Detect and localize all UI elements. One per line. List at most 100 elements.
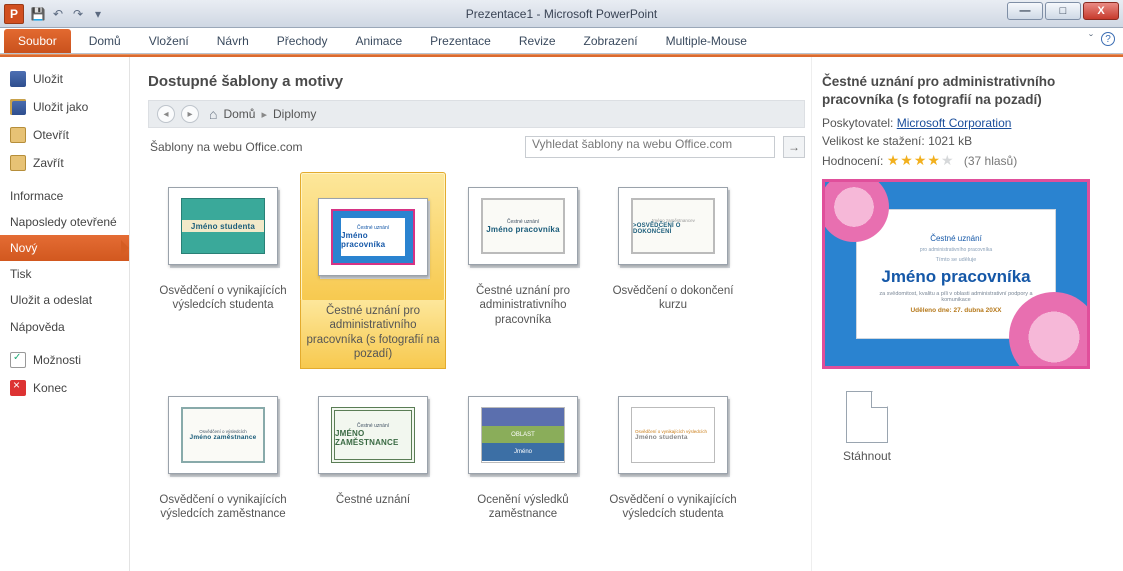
nav-recent[interactable]: Naposledy otevřené — [0, 209, 129, 235]
qat-redo-icon[interactable]: ↷ — [70, 6, 86, 22]
template-caption: Čestné uznání pro administrativního prac… — [450, 280, 596, 329]
nav-close-doc[interactable]: Zavřít — [0, 149, 129, 177]
nav-info-label: Informace — [10, 189, 63, 203]
save-icon — [10, 71, 26, 87]
thumb-text: Jméno studenta — [191, 222, 255, 231]
preview-subtitle: Čestné uznání — [930, 234, 982, 243]
preview-date: Uděleno dne: 27. dubna 20XX — [910, 307, 1001, 314]
thumb-text: Jméno — [482, 443, 564, 461]
ribbon-tab-multiple-mouse[interactable]: Multiple-Mouse — [652, 29, 761, 53]
thumb-text: JMÉNO ZAMĚSTNANCE — [335, 429, 411, 447]
template-caption: Ocenění výsledků zaměstnance — [450, 489, 596, 533]
ribbon-tab-view[interactable]: Zobrazení — [570, 29, 652, 53]
rating-votes: (37 hlasů) — [964, 154, 1017, 168]
template-caption: Osvědčení o vynikajících výsledcích zamě… — [150, 489, 296, 533]
nav-new-label: Nový — [10, 241, 37, 255]
nav-exit-label: Konec — [33, 381, 67, 395]
help-icon[interactable]: ? — [1101, 32, 1115, 46]
nav-print[interactable]: Tisk — [0, 261, 129, 287]
nav-forward-button[interactable]: ▸ — [181, 105, 199, 123]
nav-new[interactable]: Nový — [0, 235, 129, 261]
open-icon — [10, 127, 26, 143]
nav-save-as[interactable]: Uložit jako — [0, 93, 129, 121]
template-tile[interactable]: Jméno studenta Osvědčení o vynikajících … — [148, 164, 298, 373]
qat-save-icon[interactable]: 💾 — [30, 6, 46, 22]
download-label: Stáhnout — [822, 449, 912, 463]
template-search-input[interactable]: Vyhledat šablony na webu Office.com — [525, 136, 775, 158]
template-grid: Jméno studenta Osvědčení o vynikajících … — [148, 164, 805, 537]
breadcrumb-bar: ◂ ▸ ⌂ Domů ▸ Diplomy — [148, 100, 805, 128]
nav-saveas-label: Uložit jako — [33, 100, 88, 114]
ribbon-tab-transitions[interactable]: Přechody — [263, 29, 342, 53]
search-go-button[interactable]: → — [783, 136, 805, 158]
ribbon-tab-file[interactable]: Soubor — [4, 29, 71, 53]
template-source-label: Šablony na webu Office.com — [148, 136, 305, 158]
provider-label: Poskytovatel: — [822, 116, 893, 130]
nav-exit[interactable]: Konec — [0, 374, 129, 402]
window-minimize-button[interactable]: — — [1007, 2, 1043, 20]
thumb-text: Jméno zaměstnance — [190, 434, 257, 441]
crumb-separator-icon: ▸ — [261, 108, 267, 121]
nav-open[interactable]: Otevřít — [0, 121, 129, 149]
template-tile[interactable]: Čestné uznáníJméno pracovníka Čestné uzn… — [448, 164, 598, 373]
ribbon-minimize-icon[interactable]: ˇ — [1089, 32, 1093, 46]
crumb-home[interactable]: Domů — [223, 107, 255, 121]
template-caption: Osvědčení o vynikajících výsledcích stud… — [150, 280, 296, 324]
nav-recent-label: Naposledy otevřené — [10, 215, 117, 229]
home-icon[interactable]: ⌂ — [209, 106, 217, 122]
template-tile-selected[interactable]: Čestné uznáníJméno pracovníka Čestné uzn… — [298, 164, 448, 373]
nav-back-button[interactable]: ◂ — [157, 105, 175, 123]
templates-pane: Dostupné šablony a motivy ◂ ▸ ⌂ Domů ▸ D… — [130, 57, 811, 571]
download-button[interactable]: Stáhnout — [822, 391, 912, 463]
window-title: Prezentace1 - Microsoft PowerPoint — [0, 7, 1123, 21]
thumb-text: Jméno pracovníka — [341, 231, 405, 249]
size-value: 1021 kB — [928, 134, 972, 148]
nav-send-label: Uložit a odeslat — [10, 293, 92, 307]
qat-dropdown-icon[interactable]: ▾ — [90, 6, 106, 22]
template-tile[interactable]: Osvědčení o vynikajících výsledcíchJméno… — [598, 373, 748, 537]
provider-link[interactable]: Microsoft Corporation — [897, 116, 1012, 130]
ribbon-tab-slideshow[interactable]: Prezentace — [416, 29, 505, 53]
preview-name: Jméno pracovníka — [881, 267, 1030, 287]
template-tile[interactable]: Čestné uznáníJMÉNO ZAMĚSTNANCE Čestné uz… — [298, 373, 448, 537]
crumb-category[interactable]: Diplomy — [273, 107, 316, 121]
document-icon — [846, 391, 888, 443]
nav-options-label: Možnosti — [33, 353, 81, 367]
nav-save-label: Uložit — [33, 72, 63, 86]
quick-access-toolbar: 💾 ↶ ↷ ▾ — [30, 6, 106, 22]
rating-stars: ★★★★★ — [887, 152, 955, 168]
ribbon-tab-home[interactable]: Domů — [75, 29, 135, 53]
thumb-text: >OSVĚDČENÍ O DOKONČENÍ — [633, 223, 713, 235]
qat-undo-icon[interactable]: ↶ — [50, 6, 66, 22]
nav-save[interactable]: Uložit — [0, 65, 129, 93]
ribbon-tab-review[interactable]: Revize — [505, 29, 570, 53]
size-label: Velikost ke stažení: — [822, 134, 925, 148]
ribbon-tab-animations[interactable]: Animace — [341, 29, 416, 53]
template-tile[interactable]: OBLASTJméno Ocenění výsledků zaměstnance — [448, 373, 598, 537]
template-caption: Čestné uznání pro administrativního prac… — [300, 300, 446, 369]
close-doc-icon — [10, 155, 26, 171]
options-icon — [10, 352, 26, 368]
nav-options[interactable]: Možnosti — [0, 346, 129, 374]
template-tile[interactable]: Osvědčení o výsledcíchJméno zaměstnance … — [148, 373, 298, 537]
nav-send[interactable]: Uložit a odeslat — [0, 287, 129, 313]
window-maximize-button[interactable]: □ — [1045, 2, 1081, 20]
nav-open-label: Otevřít — [33, 128, 69, 142]
save-as-icon — [10, 99, 26, 115]
window-close-button[interactable]: X — [1083, 2, 1119, 20]
template-tile[interactable]: Jméno zaměstnancev>OSVĚDČENÍ O DOKONČENÍ… — [598, 164, 748, 373]
details-pane: Čestné uznání pro administrativního prac… — [811, 57, 1123, 571]
nav-help[interactable]: Nápověda — [0, 314, 129, 340]
template-caption: Osvědčení o dokončení kurzu — [600, 280, 746, 324]
nav-close-label: Zavřít — [33, 156, 64, 170]
backstage-nav: Uložit Uložit jako Otevřít Zavřít Inform… — [0, 57, 130, 571]
templates-heading: Dostupné šablony a motivy — [148, 73, 805, 90]
rating-label: Hodnocení: — [822, 154, 883, 168]
exit-icon — [10, 380, 26, 396]
ribbon-tab-insert[interactable]: Vložení — [135, 29, 203, 53]
ribbon-tab-design[interactable]: Návrh — [203, 29, 263, 53]
template-caption: Osvědčení o vynikajících výsledcích stud… — [600, 489, 746, 533]
thumb-text: Jméno pracovníka — [486, 225, 559, 234]
template-caption: Čestné uznání — [300, 489, 446, 533]
nav-info[interactable]: Informace — [0, 183, 129, 209]
